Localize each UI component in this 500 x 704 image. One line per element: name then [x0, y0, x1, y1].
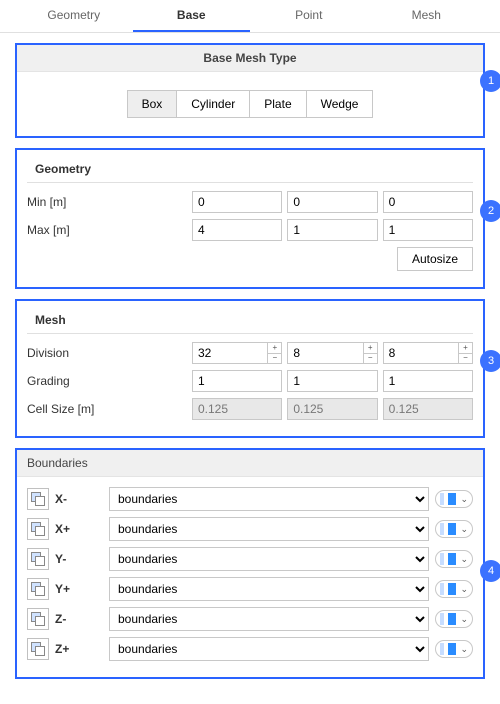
- mesh-grading-label: Grading: [27, 374, 192, 388]
- boundary-row: Y+ boundaries ⌄: [27, 577, 473, 601]
- boundary-color-dropdown[interactable]: ⌄: [435, 610, 473, 628]
- boundary-label: Z-: [55, 612, 103, 626]
- base-mesh-wedge[interactable]: Wedge: [306, 90, 374, 118]
- tab-base[interactable]: Base: [133, 0, 251, 32]
- boundary-color-dropdown[interactable]: ⌄: [435, 490, 473, 508]
- spinner-controls[interactable]: +−: [363, 343, 377, 363]
- tab-geometry[interactable]: Geometry: [15, 0, 133, 32]
- mesh-title: Mesh: [27, 307, 473, 334]
- geometry-min-x[interactable]: [192, 191, 282, 213]
- boundary-face-icon: [27, 548, 49, 570]
- geometry-min-z[interactable]: [383, 191, 473, 213]
- mesh-cellsize-label: Cell Size [m]: [27, 402, 192, 416]
- tab-mesh[interactable]: Mesh: [368, 0, 486, 32]
- boundary-row: X+ boundaries ⌄: [27, 517, 473, 541]
- boundaries-title: Boundaries: [17, 450, 483, 477]
- boundary-type-select[interactable]: boundaries: [109, 637, 429, 661]
- boundary-label: Y-: [55, 552, 103, 566]
- boundary-label: Y+: [55, 582, 103, 596]
- spinner-controls[interactable]: +−: [267, 343, 281, 363]
- boundary-row: Z+ boundaries ⌄: [27, 637, 473, 661]
- boundary-row: Z-boundaries ⌄: [27, 607, 473, 631]
- boundary-color-dropdown[interactable]: ⌄: [435, 640, 473, 658]
- mesh-division-y[interactable]: [288, 343, 362, 363]
- boundary-face-icon: [27, 488, 49, 510]
- mesh-cellsize-z: [383, 398, 473, 420]
- base-mesh-box[interactable]: Box: [127, 90, 178, 118]
- top-tabs: Geometry Base Point Mesh: [0, 0, 500, 33]
- mesh-panel: Mesh Division +− +− +− Grading Cell Size…: [15, 299, 485, 438]
- boundary-color-dropdown[interactable]: ⌄: [435, 520, 473, 538]
- autosize-button[interactable]: Autosize: [397, 247, 473, 271]
- mesh-grading-y[interactable]: [287, 370, 377, 392]
- boundary-type-select[interactable]: boundaries: [109, 577, 429, 601]
- callout-4: 4: [480, 560, 500, 582]
- base-mesh-plate[interactable]: Plate: [249, 90, 306, 118]
- boundary-row: X-boundaries ⌄: [27, 487, 473, 511]
- mesh-grading-x[interactable]: [192, 370, 282, 392]
- mesh-division-label: Division: [27, 346, 192, 360]
- geometry-title: Geometry: [27, 156, 473, 183]
- boundary-label: X-: [55, 492, 103, 506]
- geometry-min-y[interactable]: [287, 191, 377, 213]
- boundary-type-select[interactable]: boundaries: [109, 487, 429, 511]
- boundary-type-select[interactable]: boundaries: [109, 517, 429, 541]
- spinner-controls[interactable]: +−: [458, 343, 472, 363]
- mesh-grading-z[interactable]: [383, 370, 473, 392]
- geometry-max-z[interactable]: [383, 219, 473, 241]
- base-mesh-cylinder[interactable]: Cylinder: [176, 90, 250, 118]
- mesh-division-x[interactable]: [193, 343, 267, 363]
- boundary-face-icon: [27, 638, 49, 660]
- base-mesh-type-panel: Base Mesh Type Box Cylinder Plate Wedge: [15, 43, 485, 138]
- boundary-row: Y-boundaries ⌄: [27, 547, 473, 571]
- geometry-max-label: Max [m]: [27, 223, 192, 237]
- boundary-color-dropdown[interactable]: ⌄: [435, 550, 473, 568]
- geometry-panel: Geometry Min [m] Max [m] Autosize: [15, 148, 485, 289]
- base-mesh-type-header: Base Mesh Type: [17, 45, 483, 72]
- boundary-face-icon: [27, 578, 49, 600]
- boundary-label: X+: [55, 522, 103, 536]
- boundary-type-select[interactable]: boundaries: [109, 547, 429, 571]
- mesh-cellsize-y: [287, 398, 377, 420]
- base-mesh-type-segmented: Box Cylinder Plate Wedge: [27, 90, 473, 118]
- boundary-face-icon: [27, 518, 49, 540]
- boundary-type-select[interactable]: boundaries: [109, 607, 429, 631]
- boundary-color-dropdown[interactable]: ⌄: [435, 580, 473, 598]
- callout-2: 2: [480, 200, 500, 222]
- geometry-min-label: Min [m]: [27, 195, 192, 209]
- callout-3: 3: [480, 350, 500, 372]
- boundaries-panel: Boundaries X-boundaries⌄X+boundaries⌄Y-b…: [15, 448, 485, 679]
- mesh-division-z[interactable]: [384, 343, 458, 363]
- tab-point[interactable]: Point: [250, 0, 368, 32]
- geometry-max-x[interactable]: [192, 219, 282, 241]
- boundary-label: Z+: [55, 642, 103, 656]
- callout-1: 1: [480, 70, 500, 92]
- boundary-face-icon: [27, 608, 49, 630]
- geometry-max-y[interactable]: [287, 219, 377, 241]
- mesh-cellsize-x: [192, 398, 282, 420]
